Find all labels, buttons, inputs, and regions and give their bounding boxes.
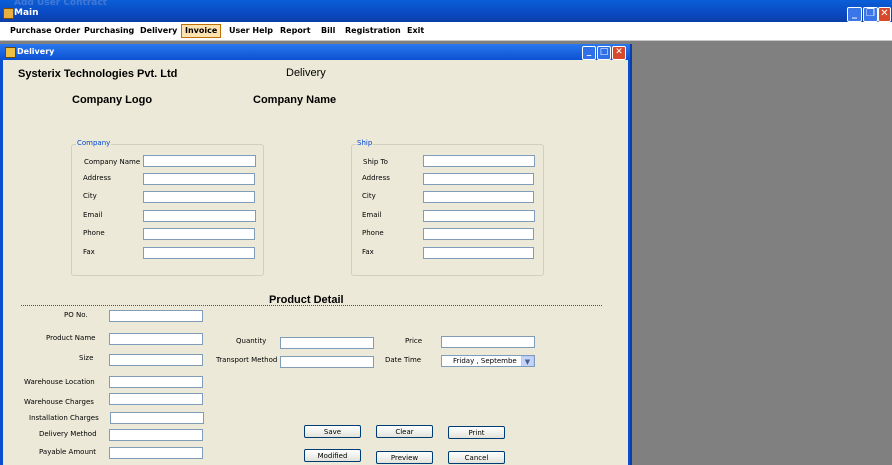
ship-phone-input[interactable]: [423, 228, 534, 240]
po-no-label: PO No.: [64, 311, 88, 319]
menu-delivery[interactable]: Delivery: [137, 25, 180, 37]
warehouse-location-input[interactable]: [109, 376, 203, 388]
payable-amount-input[interactable]: [109, 447, 203, 459]
size-label: Size: [79, 354, 94, 362]
app-icon: [3, 8, 14, 19]
minimize-icon[interactable]: _: [847, 7, 862, 22]
po-no-input[interactable]: [109, 310, 203, 322]
menu-registration[interactable]: Registration: [342, 25, 404, 37]
print-button[interactable]: Print: [448, 426, 505, 439]
restore-icon[interactable]: ❐: [863, 7, 878, 22]
ship-fax-label: Fax: [362, 248, 374, 256]
main-window-title: Main: [14, 8, 39, 18]
modified-button[interactable]: Modified: [304, 449, 361, 462]
company-phone-label: Phone: [83, 229, 105, 237]
company-name-input[interactable]: [143, 155, 256, 167]
clear-button[interactable]: Clear: [376, 425, 433, 438]
company-city-input[interactable]: [143, 191, 255, 203]
delivery-form: Systerix Technologies Pvt. Ltd Delivery …: [3, 60, 628, 465]
window-icon: [5, 47, 16, 58]
ship-address-label: Address: [362, 174, 390, 182]
close-icon[interactable]: ✕: [612, 46, 626, 60]
company-header: Systerix Technologies Pvt. Ltd: [18, 68, 178, 80]
product-detail-heading: Product Detail: [269, 294, 344, 306]
company-email-label: Email: [83, 211, 103, 219]
payable-amount-label: Payable Amount: [39, 448, 97, 456]
ship-city-label: City: [362, 192, 376, 200]
company-logo-label: Company Logo: [72, 94, 153, 106]
price-label: Price: [405, 337, 423, 345]
background-window-title: Add User Contract: [14, 0, 107, 8]
ship-group-title: Ship: [356, 139, 374, 147]
date-time-label: Date Time: [385, 356, 422, 364]
date-time-picker[interactable]: Friday , Septembe ▼: [441, 355, 535, 367]
company-fax-input[interactable]: [143, 247, 255, 259]
delivery-window-title: Delivery: [17, 47, 55, 56]
close-icon[interactable]: ✕: [878, 7, 891, 22]
ship-address-input[interactable]: [423, 173, 534, 185]
product-name-input[interactable]: [109, 333, 203, 345]
quantity-label: Quantity: [236, 337, 267, 345]
ship-email-input[interactable]: [423, 210, 535, 222]
menu-purchasing[interactable]: Purchasing: [81, 25, 137, 37]
warehouse-charges-input[interactable]: [109, 393, 203, 405]
menu-user-help[interactable]: User Help: [226, 25, 276, 37]
company-city-label: City: [83, 192, 97, 200]
menu-bill[interactable]: Bill: [318, 25, 338, 37]
cancel-button[interactable]: Cancel: [448, 451, 505, 464]
delivery-method-input[interactable]: [109, 429, 203, 441]
menu-report[interactable]: Report: [277, 25, 314, 37]
ship-to-input[interactable]: [423, 155, 535, 167]
company-name-field-label: Company Name: [84, 158, 141, 166]
menu-purchase-order[interactable]: Purchase Order: [7, 25, 83, 37]
menu-exit[interactable]: Exit: [404, 25, 427, 37]
delivery-window: Delivery _ □ ✕ Systerix Technologies Pvt…: [0, 44, 632, 465]
delivery-method-label: Delivery Method: [39, 430, 97, 438]
price-input[interactable]: [441, 336, 535, 348]
maximize-icon[interactable]: □: [597, 46, 611, 60]
company-fax-label: Fax: [83, 248, 95, 256]
transport-method-label: Transport Method: [216, 356, 278, 364]
quantity-input[interactable]: [280, 337, 374, 349]
minimize-icon[interactable]: _: [582, 46, 596, 60]
menu-invoice[interactable]: Invoice: [181, 24, 222, 38]
size-input[interactable]: [109, 354, 203, 366]
company-name-label: Company Name: [253, 94, 337, 106]
warehouse-location-label: Warehouse Location: [24, 378, 95, 386]
ship-city-input[interactable]: [423, 191, 534, 203]
save-button[interactable]: Save: [304, 425, 361, 438]
main-title-bar: [0, 0, 892, 22]
ship-fax-input[interactable]: [423, 247, 534, 259]
installation-charges-label: Installation Charges: [29, 414, 99, 422]
warehouse-charges-label: Warehouse Charges: [24, 398, 94, 406]
company-group-title: Company: [76, 139, 112, 147]
transport-method-input[interactable]: [280, 356, 374, 368]
installation-charges-input[interactable]: [110, 412, 204, 424]
company-address-input[interactable]: [143, 173, 255, 185]
ship-email-label: Email: [362, 211, 382, 219]
menu-bar: Purchase Order Purchasing Delivery Invoi…: [0, 22, 892, 41]
preview-button[interactable]: Preview: [376, 451, 433, 464]
company-address-label: Address: [83, 174, 111, 182]
ship-phone-label: Phone: [362, 229, 384, 237]
ship-to-label: Ship To: [363, 158, 388, 166]
company-phone-input[interactable]: [143, 228, 255, 240]
form-title: Delivery: [286, 67, 326, 79]
delivery-title-bar: [0, 44, 630, 60]
company-email-input[interactable]: [143, 210, 256, 222]
date-value: Friday , Septembe: [453, 357, 517, 365]
chevron-down-icon[interactable]: ▼: [521, 356, 534, 366]
product-name-label: Product Name: [46, 334, 96, 342]
